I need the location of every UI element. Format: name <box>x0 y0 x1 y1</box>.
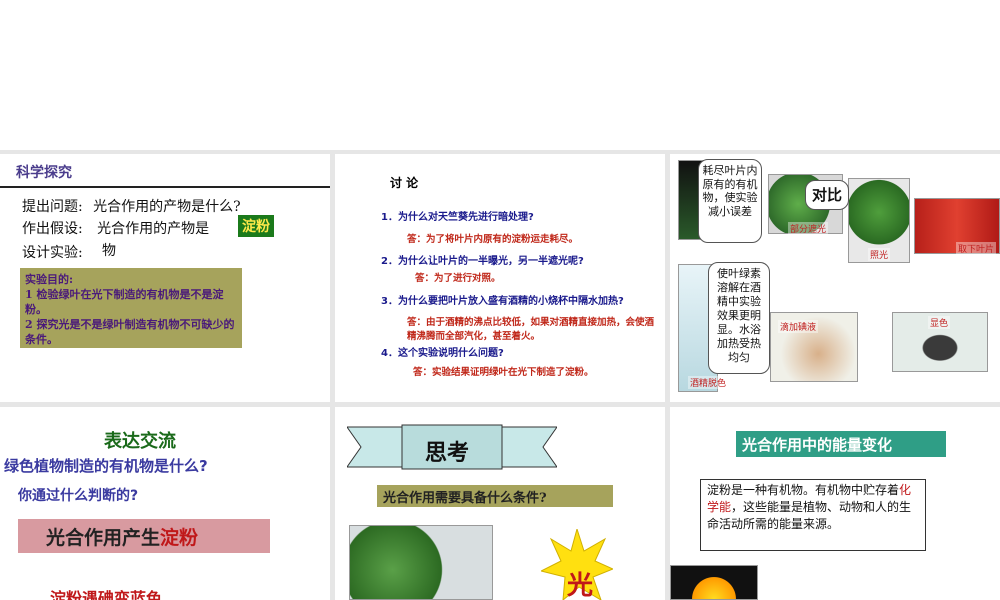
slide-grid-page: 科学探究 提出问题: 光合作用的产物是什么? 作出假设: 光合作用的产物是 淀粉… <box>0 0 1000 600</box>
question-label: 提出问题: <box>22 199 83 215</box>
answer-highlight: 淀粉 <box>160 527 199 549</box>
question-row: 提出问题: 光合作用的产物是什么? <box>22 196 241 216</box>
slide-discussion[interactable]: 讨 论 1．为什么对天竺葵先进行暗处理? 答：为了将叶片内原有的淀粉运走耗尽。 … <box>335 154 665 402</box>
exchange-question-2: 你通过什么判断的? <box>18 488 139 504</box>
hypothesis-tail: 物 <box>102 243 116 259</box>
slide-energy-change[interactable]: 光合作用中的能量变化 淀粉是一种有机物。有机物中贮存着化学能，这些能量是植物、动… <box>670 407 1000 600</box>
discussion-heading: 讨 论 <box>390 176 419 190</box>
energy-body-suffix: ，这些能量是植物、动物和人的生命活动所需的能量来源。 <box>707 500 912 531</box>
thinking-title: 思考 <box>425 440 470 466</box>
discussion-q4: 4．这个实验说明什么问题? <box>381 348 504 359</box>
slide-title: 科学探究 <box>16 165 72 181</box>
question-text: 光合作用的产物是什么? <box>93 199 241 215</box>
energy-body-prefix: 淀粉是一种有机物。有机物中贮存着 <box>707 483 900 497</box>
bubble-compare: 对比 <box>805 180 849 210</box>
purpose-item-1: 1 检验绿叶在光下制造的有机物是不是淀粉。 <box>25 288 224 316</box>
answer-prefix: 光合作用产生 <box>46 527 161 549</box>
exchange-heading: 表达交流 <box>104 431 176 452</box>
bubble-dark-treatment: 耗尽叶片内原有的有机物，使实验减小误差 <box>698 159 762 243</box>
discussion-q1: 1．为什么对天竺葵先进行暗处理? <box>381 212 534 223</box>
iodine-footer: 淀粉遇碘变蓝色 <box>50 589 163 600</box>
discussion-a3: 答：由于酒精的沸点比较低，如果对酒精直接加热，会使酒精沸腾而全部汽化，甚至着火。 <box>407 317 655 342</box>
discussion-q3: 3．为什么要把叶片放入盛有酒精的小烧杯中隔水加热? <box>381 296 624 307</box>
caption-alcohol: 酒精脱色 <box>688 376 729 389</box>
caption-light: 照光 <box>868 248 891 261</box>
thinking-question: 光合作用需要具备什么条件? <box>377 485 613 507</box>
plant-photo <box>349 525 493 600</box>
slide-experiment-steps[interactable]: 部分遮光 照光 取下叶片 耗尽叶片内原有的有机物，使实验减小误差 对比 酒精脱色… <box>670 154 1000 402</box>
hypothesis-text: 光合作用的产物是 <box>97 221 210 237</box>
exchange-question-1: 绿色植物制造的有机物是什么? <box>4 457 208 475</box>
slide-expression-exchange[interactable]: 表达交流 绿色植物制造的有机物是什么? 你通过什么判断的? 光合作用产生淀粉 淀… <box>0 407 330 600</box>
light-text: 光 <box>567 571 594 600</box>
slide-thinking[interactable]: 思考 光合作用需要具备什么条件? 光 <box>335 407 665 600</box>
starch-tag: 淀粉 <box>238 215 274 237</box>
hypothesis-row: 作出假设: 光合作用的产物是 <box>22 218 209 238</box>
caption-remove-leaf: 取下叶片 <box>956 242 997 255</box>
purpose-heading: 实验目的: <box>25 273 74 286</box>
discussion-a2: 答：为了进行对照。 <box>415 273 501 284</box>
exchange-answer-box: 光合作用产生淀粉 <box>18 519 270 553</box>
sun-photo <box>670 565 758 600</box>
hypothesis-label: 作出假设: <box>22 221 83 237</box>
discussion-a4: 答：实验结果证明绿叶在光下制造了淀粉。 <box>413 367 594 378</box>
design-label: 设计实验: <box>22 245 83 261</box>
energy-heading: 光合作用中的能量变化 <box>736 431 946 457</box>
discussion-q2: 2．为什么让叶片的一半曝光，另一半遮光呢? <box>381 256 584 267</box>
caption-color: 显色 <box>928 316 951 329</box>
experiment-purpose-box: 实验目的: 1 检验绿叶在光下制造的有机物是不是淀粉。 2 探究光是不是绿叶制造… <box>20 268 242 348</box>
discussion-a1: 答：为了将叶片内原有的淀粉运走耗尽。 <box>407 234 579 245</box>
purpose-item-2: 2 探究光是不是绿叶制造有机物不可缺少的条件。 <box>25 318 235 346</box>
title-divider <box>0 186 330 188</box>
caption-partial-shade: 部分遮光 <box>788 222 829 235</box>
caption-iodine: 滴加碘液 <box>778 320 819 333</box>
bubble-alcohol-reason: 使叶绿素溶解在酒精中实验效果更明显。水浴加热受热均匀 <box>708 262 770 374</box>
energy-body: 淀粉是一种有机物。有机物中贮存着化学能，这些能量是植物、动物和人的生命活动所需的… <box>700 479 926 551</box>
slide-science-inquiry[interactable]: 科学探究 提出问题: 光合作用的产物是什么? 作出假设: 光合作用的产物是 淀粉… <box>0 154 330 402</box>
